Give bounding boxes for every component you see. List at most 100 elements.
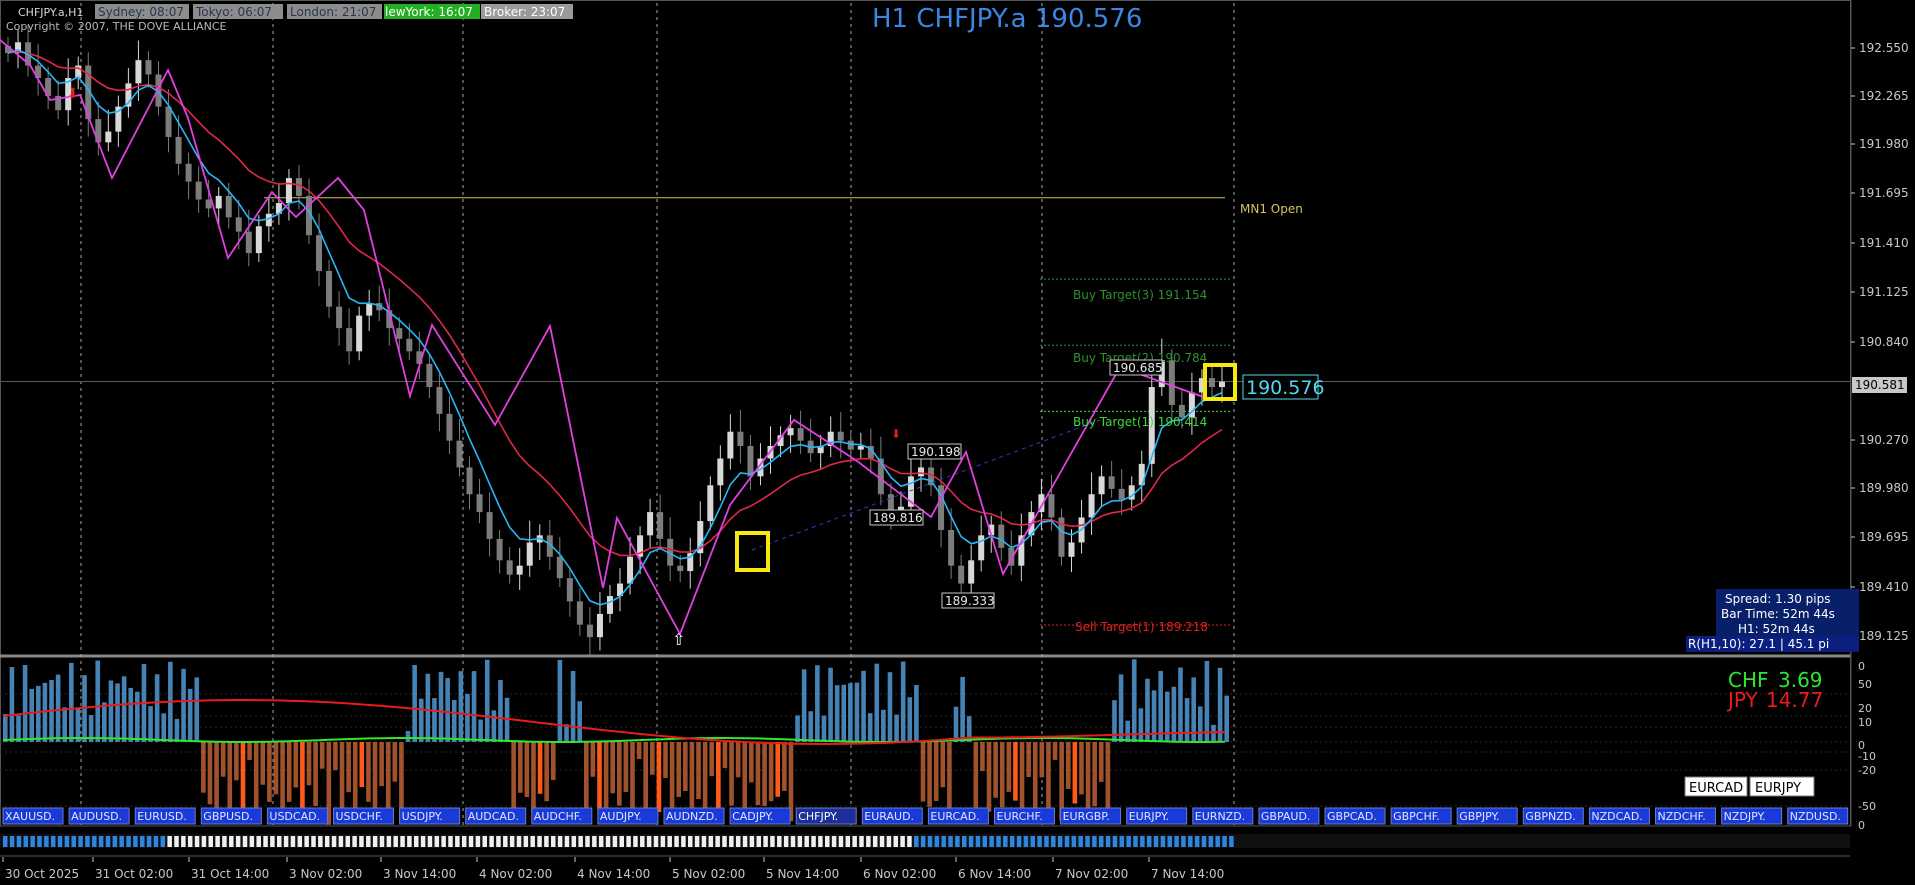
osc-histogram-bar [491, 710, 497, 742]
osc-histogram-bar [1092, 742, 1097, 807]
pair-button-label[interactable]: XAUUSD. [5, 810, 55, 823]
pair-button-label[interactable]: EURJPY. [1129, 810, 1169, 823]
timeline-segment [592, 836, 597, 847]
osc-histogram-bar [293, 742, 299, 788]
pair-button-nzdcad[interactable]: NZDCAD. [1588, 807, 1650, 825]
chart-canvas[interactable]: 192.550 192.265 191.980 191.695 191.410 191.1… [0, 0, 1915, 885]
osc-histogram-bar [280, 742, 285, 812]
pair-button-cadjpy[interactable]: CADJPY. [729, 807, 791, 825]
osc-histogram-bar [808, 711, 814, 742]
quick-button-eurjpy[interactable]: EURJPY [1749, 776, 1815, 797]
pair-button-usdcad[interactable]: USDCAD. [266, 807, 328, 825]
pair-button-label[interactable]: AUDUSD. [71, 810, 122, 823]
pair-button-label[interactable]: EURGBP. [1063, 810, 1110, 823]
session-clocks: Sydney: 08:07 Tokyo: 06:07 London: 21:07… [95, 4, 573, 19]
timeline-segment [852, 836, 857, 847]
pair-button-label[interactable]: AUDJPY. [600, 810, 642, 823]
pair-button-label[interactable]: NZDCHF. [1658, 810, 1706, 823]
pair-button-nzdjpy[interactable]: NZDJPY. [1721, 807, 1783, 825]
pair-button-gbpnzd[interactable]: GBPNZD. [1522, 807, 1584, 825]
pair-button-label[interactable]: GBPUSD. [203, 810, 253, 823]
timeline-segment [338, 836, 344, 847]
timeline-segment [160, 836, 166, 847]
timeline-segment [482, 836, 487, 847]
time-tick-label: 4 Nov 14:00 [577, 867, 650, 881]
pair-button-gbpjpy[interactable]: GBPJPY. [1456, 807, 1518, 825]
trading-terminal-chart[interactable]: 192.550 192.265 191.980 191.695 191.410 191.1… [0, 0, 1915, 885]
pair-button-label[interactable]: GBPJPY. [1459, 810, 1499, 823]
pair-button-nzdchf[interactable]: NZDCHF. [1655, 807, 1716, 825]
osc-histogram-bar [339, 742, 345, 810]
pair-button-xauusd[interactable]: XAUUSD. [2, 807, 64, 825]
pair-button-label[interactable]: EURUSD. [137, 810, 187, 823]
timeline-segment [1099, 836, 1104, 847]
pair-button-label[interactable]: USDCAD. [269, 810, 320, 823]
timeline-segment [181, 836, 186, 847]
pair-button-eurgbp[interactable]: EURGBP. [1060, 807, 1122, 825]
candle-body [466, 467, 473, 495]
pair-button-gbpusd[interactable]: GBPUSD. [200, 807, 262, 825]
timeline-segment [318, 836, 323, 847]
pair-button-eurnzd[interactable]: EURNZD. [1192, 807, 1254, 825]
pair-button-eurusd[interactable]: EURUSD. [134, 807, 196, 825]
pair-button-label[interactable]: GBPCHF. [1393, 810, 1440, 823]
osc-histogram-bar [194, 677, 200, 742]
osc-histogram-bar [438, 671, 444, 742]
pair-button-label[interactable]: GBPAUD. [1261, 810, 1311, 823]
pair-button-gbpcad[interactable]: GBPCAD. [1324, 807, 1386, 825]
pair-button-eurjpy[interactable]: EURJPY. [1126, 807, 1188, 825]
timeline-segment [270, 836, 275, 847]
pair-button-usdjpy[interactable]: USDJPY. [399, 807, 461, 825]
pair-button-nzdusd[interactable]: NZDUSD. [1787, 807, 1849, 825]
timeline-segment [105, 836, 111, 847]
quick-button-eurjpy-label[interactable]: EURJPY [1755, 781, 1801, 796]
timeline-segment [324, 836, 330, 847]
pair-button-audcad[interactable]: AUDCAD. [465, 807, 527, 825]
pair-button-label[interactable]: EURAUD. [864, 810, 914, 823]
candle-body [356, 315, 363, 352]
pair-button-label[interactable]: EURNZD. [1195, 810, 1245, 823]
pair-button-gbpaud[interactable]: GBPAUD. [1258, 807, 1320, 825]
pair-button-euraud[interactable]: EURAUD. [861, 807, 923, 825]
pair-button-label[interactable]: AUDCHF. [534, 810, 582, 823]
pair-button-eurcad[interactable]: EURCAD. [927, 807, 989, 825]
pair-button-chfjpy[interactable]: CHFJPY. [795, 807, 857, 825]
timeline-segment [653, 836, 659, 847]
pair-button-label[interactable]: GBPNZD. [1525, 810, 1575, 823]
pair-button-label[interactable]: USDCHF. [336, 810, 384, 823]
pair-button-label[interactable]: USDJPY. [402, 810, 443, 823]
zigzag-overlay [0, 39, 1207, 637]
time-tick-label: 7 Nov 02:00 [1055, 867, 1128, 881]
osc-histogram-bar [1204, 660, 1210, 742]
pair-button-label[interactable]: EURCHF. [997, 810, 1043, 823]
pair-button-audusd[interactable]: AUDUSD. [68, 807, 130, 825]
pair-button-label[interactable]: EURCAD. [930, 810, 979, 823]
quick-button-eurcad-label[interactable]: EURCAD [1689, 781, 1743, 796]
pair-button-label[interactable]: CADJPY. [732, 810, 773, 823]
pair-button-label[interactable]: GBPCAD. [1327, 810, 1377, 823]
pair-button-gbpchf[interactable]: GBPCHF. [1390, 807, 1452, 825]
timeline-segment [201, 836, 207, 847]
timeline-segment [37, 836, 42, 847]
pair-button-label[interactable]: NZDCAD. [1591, 810, 1642, 823]
pair-button-eurchf[interactable]: EURCHF. [994, 807, 1055, 825]
pair-button-usdchf[interactable]: USDCHF. [333, 807, 394, 825]
pair-button-audnzd[interactable]: AUDNZD. [663, 807, 725, 825]
zigzag-label-1: 190.685 [1113, 361, 1163, 375]
timeline-segment [688, 836, 693, 847]
quick-button-eurcad[interactable]: EURCAD [1684, 776, 1748, 797]
session-london: London: 21:07 [290, 5, 376, 19]
timeline-segment [263, 836, 268, 847]
timeline-segment [804, 836, 809, 847]
timeline-segment [366, 836, 371, 847]
osc-histogram-bar [617, 742, 622, 806]
pair-button-label[interactable]: NZDJPY. [1724, 810, 1766, 823]
osc-histogram-bar [359, 742, 365, 788]
pair-button-audjpy[interactable]: AUDJPY. [597, 807, 659, 825]
timeline-segment [304, 836, 309, 847]
pair-button-label[interactable]: NZDUSD. [1790, 810, 1841, 823]
pair-button-label[interactable]: AUDCAD. [468, 810, 519, 823]
pair-button-label[interactable]: AUDNZD. [666, 810, 718, 823]
pair-button-label[interactable]: CHFJPY. [798, 810, 838, 823]
pair-button-audchf[interactable]: AUDCHF. [531, 807, 593, 825]
